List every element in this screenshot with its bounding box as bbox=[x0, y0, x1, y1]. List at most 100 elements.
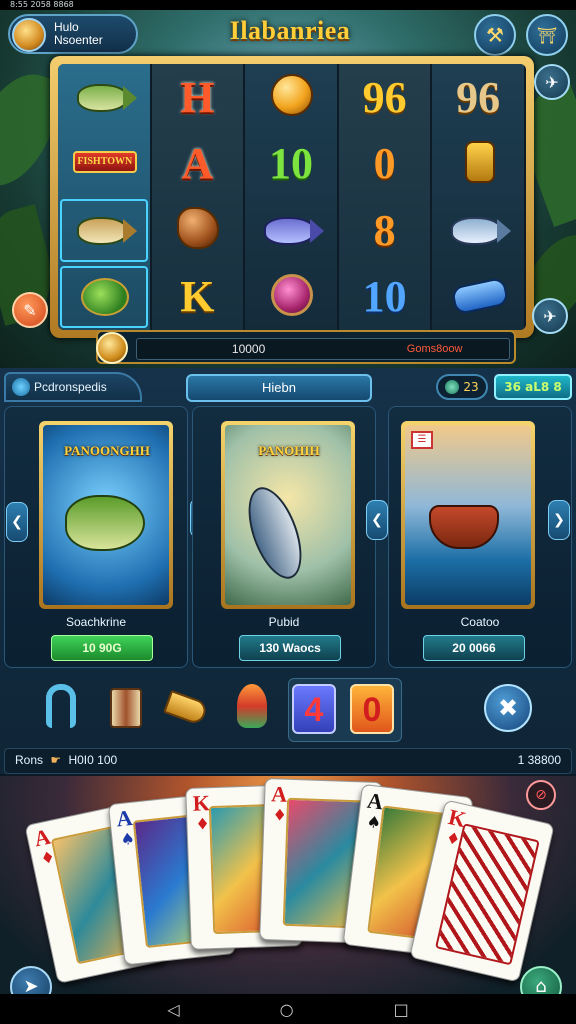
nav-back-icon[interactable]: ◁ bbox=[167, 1000, 179, 1019]
horn-icon bbox=[163, 689, 209, 727]
magnet-item[interactable] bbox=[40, 684, 84, 734]
plane-button-2[interactable]: ✈ bbox=[532, 298, 568, 334]
boat-fish bbox=[429, 505, 499, 549]
marlin-fish bbox=[237, 480, 313, 586]
card-price-button[interactable]: 10 90G bbox=[51, 635, 153, 661]
win-amount: Goms8oow bbox=[406, 343, 463, 355]
status-text: 8:55 2058 8868 bbox=[10, 0, 74, 9]
card-suit: ♦ bbox=[195, 814, 211, 834]
reel-symbol-number: 96 bbox=[362, 72, 407, 122]
shop-card-2[interactable]: PANOHIH Pubid 130 Waocs bbox=[192, 406, 376, 668]
reel-symbol-fish-jump bbox=[432, 197, 524, 264]
spool-item[interactable] bbox=[104, 684, 148, 734]
slot-reels[interactable]: FISHTOWN H A K 10 96 0 8 10 96 bbox=[58, 64, 526, 330]
reel-symbol-number: 8 bbox=[373, 205, 396, 255]
fish-card-art: PANOHIH bbox=[221, 421, 355, 609]
card-rank: A bbox=[115, 804, 134, 832]
reel-symbol-bottle bbox=[432, 264, 524, 331]
info-label: Rons bbox=[15, 753, 44, 767]
reel-4: 96 0 8 10 bbox=[338, 64, 433, 330]
reel-symbol-leaf bbox=[58, 264, 150, 331]
chevron-left-icon: ❮ bbox=[11, 514, 23, 530]
hammer-icon: ⚒ bbox=[486, 23, 504, 47]
cash-button[interactable]: 36 aL8 8 bbox=[494, 374, 572, 400]
gem-counter[interactable]: 23 bbox=[436, 374, 488, 400]
card-title: PANOONGHH bbox=[64, 443, 150, 458]
card-name: Soachkrine bbox=[65, 615, 127, 629]
number-tile-0[interactable]: 0 bbox=[350, 684, 394, 734]
reel-symbol-gem bbox=[245, 64, 337, 131]
reel-symbol-fish-purple bbox=[245, 197, 337, 264]
game-title: Ilabanriea bbox=[229, 16, 351, 45]
nav-home-icon[interactable]: ○ bbox=[280, 1000, 294, 1019]
tab-label: Pcdronspedis bbox=[34, 380, 107, 394]
horn-item[interactable] bbox=[163, 684, 210, 734]
reel-symbol-letter: A bbox=[181, 139, 214, 189]
reel-symbol-hose bbox=[432, 131, 524, 198]
card-rank: K bbox=[192, 790, 211, 816]
info-strip: Rons ☛ H0I0 100 1 38800 bbox=[4, 748, 572, 774]
plane-button[interactable]: ✈ bbox=[534, 64, 570, 100]
badge-icon: ☰ bbox=[411, 431, 433, 449]
chevron-right-icon: ❯ bbox=[553, 512, 565, 528]
settings-button[interactable]: ⛩ bbox=[526, 14, 568, 56]
card-title: PANOHIH bbox=[258, 443, 320, 458]
torch-icon bbox=[237, 684, 267, 728]
reel-2: H A K bbox=[151, 64, 246, 330]
card-name: Coatoo bbox=[460, 615, 500, 629]
close-icon: ✖ bbox=[497, 694, 519, 722]
prev-arrow-button-2[interactable]: ❮ bbox=[366, 500, 388, 540]
fish-card-art: PANOONGHH bbox=[39, 421, 173, 609]
card-suit: ♦ bbox=[272, 805, 288, 825]
coin-icon[interactable] bbox=[96, 332, 128, 364]
reel-5: 96 bbox=[432, 64, 526, 330]
info-button[interactable]: ⊘ bbox=[526, 780, 556, 810]
hammer-button[interactable]: ⚒ bbox=[474, 14, 516, 56]
bass-fish bbox=[65, 495, 145, 551]
bet-field[interactable]: 10000 Goms8oow bbox=[136, 338, 510, 360]
reel-symbol-horn bbox=[152, 197, 244, 264]
reel-3: 10 bbox=[245, 64, 339, 330]
reel-symbol-banner: FISHTOWN bbox=[58, 131, 150, 198]
card-name: Pubid bbox=[268, 615, 300, 629]
close-button[interactable]: ✖ bbox=[484, 684, 532, 732]
gem-count: 23 bbox=[463, 380, 479, 394]
banner-text: FISHTOWN bbox=[72, 150, 137, 173]
reel-symbol-number: 10 bbox=[362, 272, 407, 322]
reel-symbol-fish bbox=[58, 64, 150, 131]
status-bar: 8:55 2058 8868 bbox=[0, 0, 576, 10]
profile-line2: Nsoenter bbox=[54, 33, 103, 47]
reel-symbol-number: 10 bbox=[268, 139, 313, 189]
plane-icon: ✈ bbox=[545, 72, 559, 92]
reel-symbol-letter: H bbox=[180, 72, 215, 122]
no-icon: ⊘ bbox=[535, 787, 547, 803]
info-value: H0I0 100 bbox=[68, 753, 118, 767]
shop-card-3[interactable]: ☰ Coatoo 20 0066 bbox=[388, 406, 572, 668]
card-price-button[interactable]: 130 Waocs bbox=[239, 635, 341, 661]
hand-icon: ☛ bbox=[50, 753, 62, 767]
globe-icon bbox=[12, 378, 30, 396]
next-arrow-button-2[interactable]: ❯ bbox=[548, 500, 570, 540]
number-tile-4[interactable]: 4 bbox=[292, 684, 336, 734]
card-price-button[interactable]: 20 0066 bbox=[423, 635, 525, 661]
avatar bbox=[12, 18, 46, 52]
reel-symbol-skull bbox=[245, 264, 337, 331]
tab-promotions[interactable]: Pcdronspedis bbox=[4, 372, 142, 402]
reel-1: FISHTOWN bbox=[58, 64, 152, 330]
tab-center[interactable]: Hiebn bbox=[186, 374, 372, 402]
nav-recents-icon[interactable]: □ bbox=[394, 1000, 409, 1019]
chevron-left-icon: ❮ bbox=[371, 512, 383, 528]
card-rank: A bbox=[270, 781, 288, 807]
prev-arrow-button[interactable]: ❮ bbox=[6, 502, 28, 542]
system-navbar: ◁ ○ □ bbox=[0, 994, 576, 1024]
torch-item[interactable] bbox=[230, 684, 274, 734]
pencil-icon: ✎ bbox=[23, 300, 37, 320]
shop-card-1[interactable]: PANOONGHH Soachkrine 10 90G bbox=[4, 406, 188, 668]
magnet-icon bbox=[46, 684, 76, 728]
edit-button[interactable]: ✎ bbox=[12, 292, 48, 328]
reel-symbol-fish-small bbox=[58, 197, 150, 264]
profile-badge[interactable]: Hulo Nsoenter bbox=[8, 14, 138, 54]
gem-icon bbox=[445, 380, 460, 394]
fish-card-art: ☰ bbox=[401, 421, 535, 609]
reel-symbol-letter: K bbox=[180, 272, 215, 322]
